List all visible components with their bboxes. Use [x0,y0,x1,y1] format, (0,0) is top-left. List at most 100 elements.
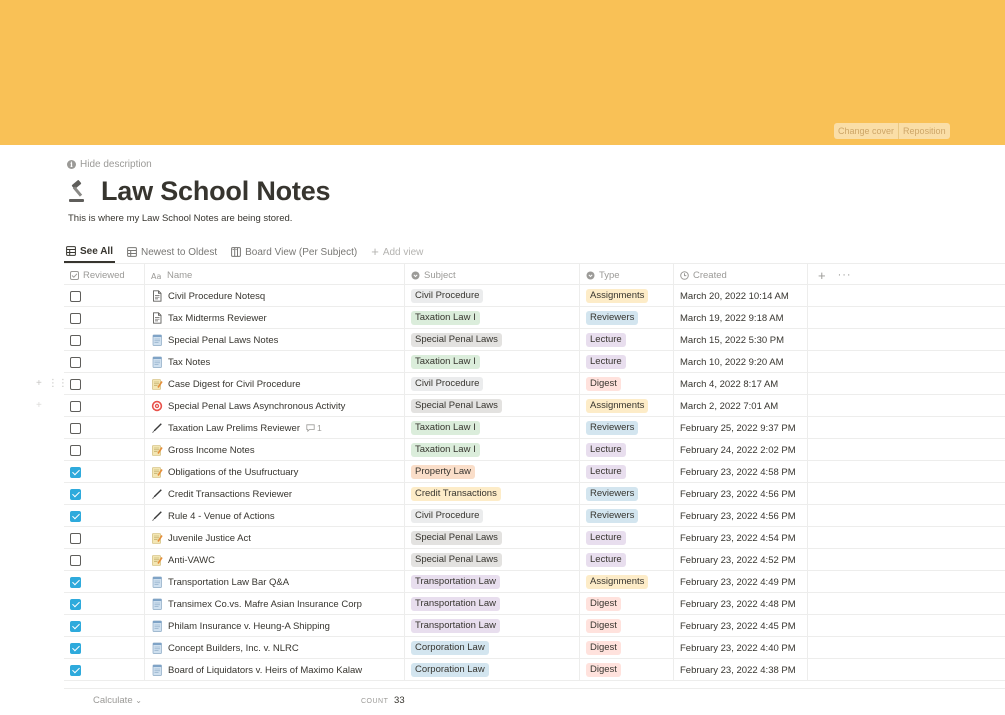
type-cell[interactable]: Reviewers [580,505,674,527]
checkbox-unchecked[interactable] [70,444,81,456]
type-cell[interactable]: Assignments [580,395,674,417]
subject-cell[interactable]: Civil Procedure [405,505,580,527]
type-cell[interactable]: Lecture [580,351,674,373]
name-cell[interactable]: Anti-VAWC [145,549,405,571]
subject-cell[interactable]: Taxation Law I [405,417,580,439]
subject-cell[interactable]: Property Law [405,461,580,483]
name-cell[interactable]: Rule 4 - Venue of Actions [145,505,405,527]
subject-cell[interactable]: Special Penal Laws [405,527,580,549]
checkbox-checked[interactable] [70,620,81,632]
column-header-reviewed[interactable]: Reviewed [64,264,145,286]
calculate-button[interactable]: Calculate ⌄ [93,695,142,706]
table-row[interactable]: Gross Income Notes Taxation Law I Lecture F… [64,439,1005,461]
checkbox-checked[interactable] [70,664,81,676]
table-row[interactable]: Philam Insurance v. Heung-A Shipping Tran… [64,615,1005,637]
checkbox-unchecked[interactable] [70,334,81,346]
reposition-button[interactable]: Reposition [898,123,950,139]
type-cell[interactable]: Reviewers [580,417,674,439]
type-cell[interactable]: Assignments [580,571,674,593]
type-cell[interactable]: Lecture [580,461,674,483]
add-view-button[interactable]: + Add view [369,241,425,263]
name-cell[interactable]: Transportation Law Bar Q&A [145,571,405,593]
name-cell[interactable]: Obligations of the Usufructuary [145,461,405,483]
table-row[interactable]: Transimex Co.vs. Mafre Asian Insurance C… [64,593,1005,615]
checkbox-checked[interactable] [70,642,81,654]
name-cell[interactable]: Philam Insurance v. Heung-A Shipping [145,615,405,637]
table-row[interactable]: Obligations of the Usufructuary Property … [64,461,1005,483]
subject-cell[interactable]: Corporation Law [405,637,580,659]
view-tab-0[interactable]: See All [64,241,115,263]
checkbox-unchecked[interactable] [70,378,81,390]
table-row[interactable]: Board of Liquidators v. Heirs of Maximo … [64,659,1005,681]
checkbox-checked[interactable] [70,488,81,500]
name-cell[interactable]: Special Penal Laws Asynchronous Activity [145,395,405,417]
subject-cell[interactable]: Civil Procedure [405,373,580,395]
subject-cell[interactable]: Taxation Law I [405,351,580,373]
column-header-created[interactable]: Created [674,264,808,286]
subject-cell[interactable]: Special Penal Laws [405,395,580,417]
name-cell[interactable]: Taxation Law Prelims Reviewer 1 [145,417,405,439]
checkbox-checked[interactable] [70,598,81,610]
name-cell[interactable]: Civil Procedure Notesq [145,285,405,307]
column-header-subject[interactable]: Subject [405,264,580,286]
name-cell[interactable]: Transimex Co.vs. Mafre Asian Insurance C… [145,593,405,615]
table-row[interactable]: Credit Transactions Reviewer Credit Trans… [64,483,1005,505]
table-row[interactable]: Concept Builders, Inc. v. NLRC Corporatio… [64,637,1005,659]
name-cell[interactable]: Juvenile Justice Act [145,527,405,549]
subject-cell[interactable]: Transportation Law [405,615,580,637]
type-cell[interactable]: Lecture [580,527,674,549]
type-cell[interactable]: Digest [580,615,674,637]
column-header-type[interactable]: Type [580,264,674,286]
more-options-icon[interactable]: ··· [838,269,852,281]
view-tab-1[interactable]: Newest to Oldest [125,241,219,263]
table-row[interactable]: Juvenile Justice Act Special Penal Laws Le… [64,527,1005,549]
subject-cell[interactable]: Transportation Law [405,593,580,615]
count-summary[interactable]: COUNT 33 [361,695,405,706]
type-cell[interactable]: Reviewers [580,307,674,329]
table-row[interactable]: Case Digest for Civil Procedure Civil Pro… [64,373,1005,395]
subject-cell[interactable]: Corporation Law [405,659,580,681]
checkbox-unchecked[interactable] [70,356,81,368]
checkbox-unchecked[interactable] [70,290,81,302]
table-row[interactable]: Transportation Law Bar Q&A Transportation… [64,571,1005,593]
name-cell[interactable]: Special Penal Laws Notes [145,329,405,351]
name-cell[interactable]: Case Digest for Civil Procedure [145,373,405,395]
name-cell[interactable]: Tax Midterms Reviewer [145,307,405,329]
gavel-icon[interactable] [67,179,93,205]
table-row[interactable]: Anti-VAWC Special Penal Laws Lecture Februa… [64,549,1005,571]
type-cell[interactable]: Lecture [580,329,674,351]
name-cell[interactable]: Credit Transactions Reviewer [145,483,405,505]
type-cell[interactable]: Digest [580,637,674,659]
subject-cell[interactable]: Special Penal Laws [405,549,580,571]
table-row[interactable]: Tax Midterms Reviewer Taxation Law I Revie… [64,307,1005,329]
add-property-icon[interactable]: + [818,268,826,283]
hide-description-toggle[interactable]: i Hide description [67,159,152,170]
name-cell[interactable]: Gross Income Notes [145,439,405,461]
subject-cell[interactable]: Civil Procedure [405,285,580,307]
table-row[interactable]: Special Penal Laws Asynchronous Activity… [64,395,1005,417]
checkbox-unchecked[interactable] [70,400,81,412]
checkbox-unchecked[interactable] [70,312,81,324]
checkbox-unchecked[interactable] [70,554,81,566]
type-cell[interactable]: Lecture [580,549,674,571]
type-cell[interactable]: Digest [580,373,674,395]
type-cell[interactable]: Digest [580,593,674,615]
subject-cell[interactable]: Credit Transactions [405,483,580,505]
type-cell[interactable]: Assignments [580,285,674,307]
type-cell[interactable]: Reviewers [580,483,674,505]
table-row[interactable]: Rule 4 - Venue of Actions Civil Procedure… [64,505,1005,527]
checkbox-checked[interactable] [70,510,81,522]
checkbox-checked[interactable] [70,576,81,588]
type-cell[interactable]: Digest [580,659,674,681]
subject-cell[interactable]: Taxation Law I [405,307,580,329]
name-cell[interactable]: Board of Liquidators v. Heirs of Maximo … [145,659,405,681]
subject-cell[interactable]: Taxation Law I [405,439,580,461]
name-cell[interactable]: Tax Notes [145,351,405,373]
column-header-name[interactable]: Aa Name [145,264,405,286]
page-description[interactable]: This is where my Law School Notes are be… [68,213,292,224]
page-title[interactable]: Law School Notes [101,176,331,207]
comment-count[interactable]: 1 [306,423,322,433]
checkbox-checked[interactable] [70,466,81,478]
table-row[interactable]: Special Penal Laws Notes Special Penal La… [64,329,1005,351]
add-row-icon[interactable]: + [36,378,42,389]
